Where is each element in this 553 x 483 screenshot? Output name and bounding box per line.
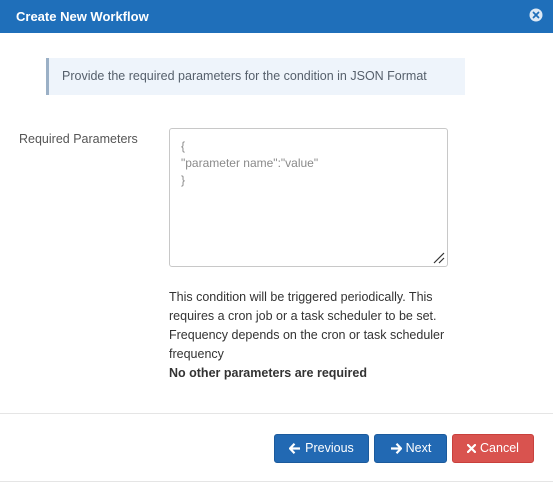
arrow-left-icon [289,443,301,454]
info-callout: Provide the required parameters for the … [46,58,465,95]
times-icon [467,444,477,453]
parameters-textarea[interactable]: { "parameter name":"value" } [169,128,448,267]
create-workflow-modal: Create New Workflow Provide the required… [0,0,553,483]
help-bold-text: No other parameters are required [169,366,367,380]
modal-header: Create New Workflow [0,0,553,33]
next-button[interactable]: Next [374,434,447,463]
resize-handle-icon[interactable] [431,250,445,264]
cancel-label: Cancel [480,441,519,455]
info-text: Provide the required parameters for the … [62,69,427,83]
textarea-placeholder: { "parameter name":"value" } [181,139,319,187]
required-parameters-label: Required Parameters [19,132,138,146]
footer-divider [0,413,553,414]
modal-title: Create New Workflow [16,9,149,24]
previous-label: Previous [305,441,354,455]
close-icon[interactable] [529,8,543,22]
help-text: This condition will be triggered periodi… [169,290,445,361]
help-text-block: This condition will be triggered periodi… [169,288,469,383]
next-label: Next [405,441,432,455]
bottom-divider [0,481,553,482]
arrow-right-icon [390,443,402,454]
previous-button[interactable]: Previous [274,434,369,463]
cancel-button[interactable]: Cancel [452,434,534,463]
